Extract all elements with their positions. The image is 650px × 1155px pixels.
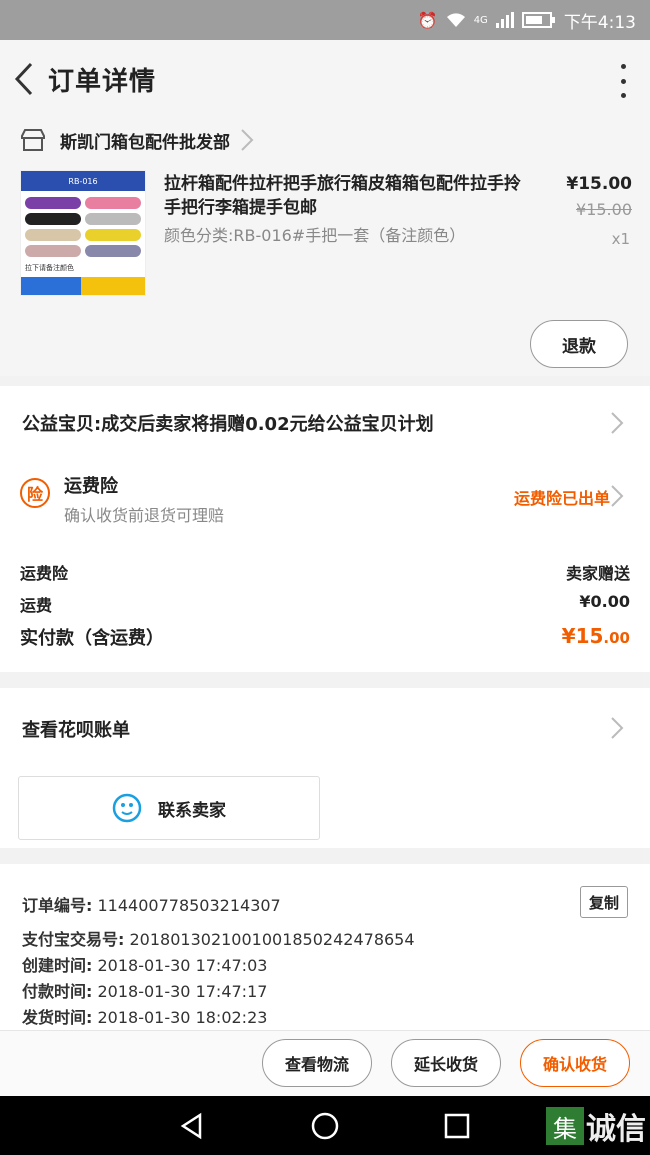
paid-time: 2018-01-30 17:47:17: [97, 982, 268, 1001]
chevron-right-icon: [611, 412, 624, 434]
nav-home-button[interactable]: [309, 1110, 341, 1142]
confirm-receipt-button[interactable]: 确认收货: [520, 1039, 630, 1087]
signal-icon: [495, 12, 514, 28]
fee-summary: 运费险 卖家赠送 运费 ¥0.00 实付款（含运费） ¥15.00: [0, 540, 650, 672]
order-number: 114400778503214307: [97, 896, 281, 915]
wifi-icon: [446, 13, 465, 27]
shipped-time: 2018-01-30 18:02:23: [97, 1008, 268, 1027]
system-nav-bar: 集 诚信: [0, 1096, 650, 1155]
alipay-number-row: 支付宝交易号: 2018013021001001850242478654: [22, 926, 415, 950]
shop-row[interactable]: 斯凯门箱包配件批发部: [0, 118, 650, 162]
chevron-right-icon: [611, 485, 624, 507]
fee-total-currency: ¥: [561, 624, 576, 648]
battery-icon: [521, 12, 555, 28]
shop-icon: [21, 129, 45, 151]
fee-insurance-label: 运费险: [20, 564, 69, 583]
product-card[interactable]: RB-016 拉下请备注颜色 拉杆箱配件拉杆把手旅行箱皮箱箱包配件拉手拎手把行李…: [0, 162, 650, 376]
thumb-note: 拉下请备注颜色: [25, 264, 74, 272]
created-time-row: 创建时间: 2018-01-30 17:47:03: [22, 952, 267, 976]
extend-receipt-button[interactable]: 延长收货: [391, 1039, 501, 1087]
fee-total-row: 实付款（含运费） ¥15.00: [20, 624, 630, 650]
product-thumbnail[interactable]: RB-016 拉下请备注颜色: [20, 170, 146, 296]
contact-seller-label: 联系卖家: [158, 800, 226, 821]
contact-seller-button[interactable]: 联系卖家: [18, 776, 320, 840]
copy-button[interactable]: 复制: [580, 886, 628, 918]
order-number-row: 订单编号: 114400778503214307: [22, 892, 281, 916]
fee-insurance-value: 卖家赠送: [565, 564, 630, 583]
chevron-right-icon: [241, 129, 254, 151]
fee-total-label: 实付款（含运费）: [20, 628, 164, 649]
alipay-number: 2018013021001001850242478654: [129, 930, 415, 949]
fee-shipping-value: ¥0.00: [579, 592, 630, 611]
square-recents-icon: [444, 1113, 470, 1139]
shop-name: 斯凯门箱包配件批发部: [60, 132, 230, 153]
page-title: 订单详情: [48, 66, 157, 97]
fee-shipping-row: 运费 ¥0.00: [20, 592, 630, 616]
product-title[interactable]: 拉杆箱配件拉杆把手旅行箱皮箱箱包配件拉手拎手把行李箱提手包邮: [164, 172, 534, 220]
product-price: ¥15.00: [566, 174, 632, 194]
chevron-right-icon: [611, 717, 624, 739]
more-menu-button[interactable]: [618, 64, 628, 98]
order-actions-bar: 查看物流 延长收货 确认收货: [0, 1030, 650, 1096]
fee-total-amount: ¥15.00: [562, 624, 630, 650]
shipped-time-label: 发货时间:: [22, 1008, 93, 1027]
thumb-label: RB-016: [21, 171, 145, 191]
back-button[interactable]: [4, 59, 44, 99]
order-number-label: 订单编号:: [22, 896, 93, 915]
huabei-section: 查看花呗账单 联系卖家: [0, 688, 650, 848]
app-header: 订单详情: [0, 40, 650, 118]
product-quantity: x1: [611, 230, 630, 248]
network-type: 4G: [473, 14, 488, 26]
clock: 下午4:13: [563, 12, 636, 33]
thumb-footer-badge: [21, 277, 81, 295]
fee-total-int: 15: [575, 624, 604, 648]
paid-time-label: 付款时间:: [22, 982, 93, 1001]
view-logistics-button[interactable]: 查看物流: [262, 1039, 372, 1087]
circle-home-icon: [311, 1112, 339, 1140]
product-original-price: ¥15.00: [576, 200, 632, 219]
created-time: 2018-01-30 17:47:03: [97, 956, 268, 975]
shipped-time-row: 发货时间: 2018-01-30 18:02:23: [22, 1004, 267, 1028]
fee-insurance-row: 运费险 卖家赠送: [20, 560, 630, 584]
alarm-icon: ⏰: [417, 10, 438, 30]
fee-shipping-label: 运费: [20, 596, 53, 615]
created-time-label: 创建时间:: [22, 956, 93, 975]
shipping-insurance-row[interactable]: 险 运费险 确认收货前退货可理赔 运费险已出单: [0, 460, 650, 540]
charity-row[interactable]: 公益宝贝:成交后卖家将捐赠0.02元给公益宝贝计划: [0, 386, 650, 460]
insurance-title: 运费险: [64, 476, 118, 497]
watermark-logo: 集 诚信: [546, 1104, 646, 1148]
huabei-bill-link[interactable]: 查看花呗账单: [22, 716, 130, 742]
watermark-box: 集: [546, 1107, 584, 1145]
nav-recents-button[interactable]: [441, 1110, 473, 1142]
paid-time-row: 付款时间: 2018-01-30 17:47:17: [22, 978, 267, 1002]
order-info: 订单编号: 114400778503214307 复制 支付宝交易号: 2018…: [0, 864, 650, 1030]
nav-back-button[interactable]: [176, 1110, 208, 1142]
status-bar: ⏰ 4G 下午4:13: [0, 0, 650, 40]
insurance-icon: 险: [20, 478, 50, 508]
fee-total-dec: .00: [603, 629, 630, 647]
charity-text: 公益宝贝:成交后卖家将捐赠0.02元给公益宝贝计划: [22, 414, 434, 435]
product-spec: 颜色分类:RB-016#手把一套（备注颜色）: [164, 226, 466, 245]
triangle-back-icon: [180, 1112, 202, 1140]
chat-face-icon: [112, 793, 142, 823]
insurance-status: 运费险已出单: [513, 489, 610, 508]
more-dots-icon: [620, 64, 626, 69]
insurance-subtitle: 确认收货前退货可理赔: [64, 506, 225, 525]
alipay-number-label: 支付宝交易号:: [22, 930, 125, 949]
chevron-left-icon: [14, 62, 33, 96]
thumb-handles: [25, 197, 141, 257]
refund-button[interactable]: 退款: [530, 320, 628, 368]
watermark-text: 诚信: [586, 1112, 646, 1147]
